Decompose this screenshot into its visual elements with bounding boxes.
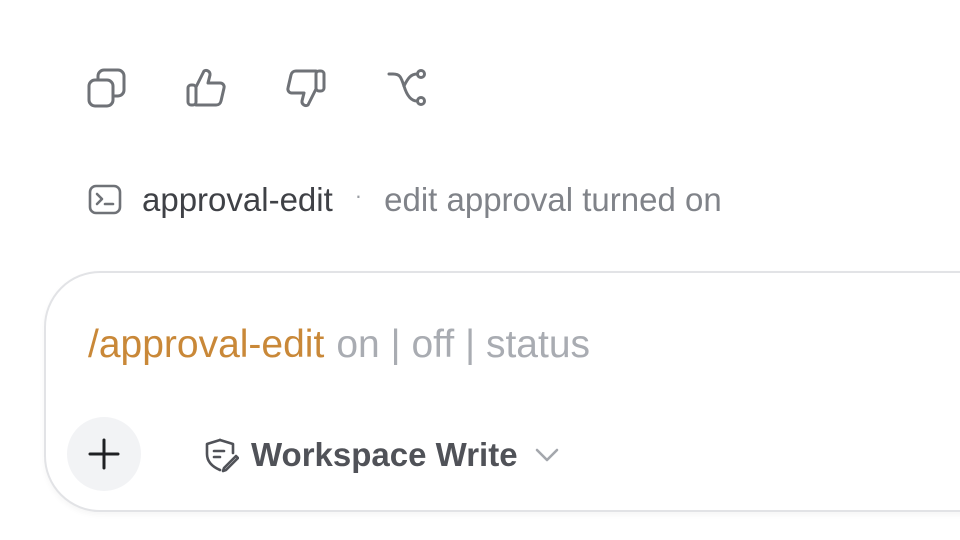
command-description: edit approval turned on — [384, 181, 722, 218]
slash-command: /approval-edit — [88, 323, 325, 366]
message-actions — [82, 64, 482, 112]
copy-button[interactable] — [82, 64, 130, 112]
like-button[interactable] — [182, 64, 230, 112]
command-name: approval-edit — [142, 181, 333, 218]
chevron-down-icon — [534, 447, 560, 463]
permission-mode-select[interactable]: Workspace Write — [203, 431, 560, 479]
thumbs-down-icon — [286, 69, 326, 108]
branch-icon — [387, 69, 426, 106]
command-args-hint: on | off | status — [336, 323, 591, 366]
command-status-line: approval-edit · edit approval turned on — [88, 176, 722, 224]
terminal-icon — [88, 183, 122, 217]
composer-input[interactable]: /approval-edit on | off | status — [88, 317, 590, 373]
separator-dot: · — [354, 183, 363, 208]
dislike-button[interactable] — [282, 64, 330, 112]
chat-page: approval-edit · edit approval turned on … — [0, 0, 960, 540]
add-attachment-button[interactable] — [67, 417, 141, 491]
message-composer: /approval-edit on | off | status Workspa… — [44, 271, 960, 512]
branch-button[interactable] — [382, 64, 430, 112]
copy-icon — [87, 68, 126, 108]
thumbs-up-icon — [186, 68, 226, 107]
shield-edit-icon — [203, 437, 239, 473]
permission-mode-label: Workspace Write — [251, 436, 518, 473]
plus-icon — [88, 438, 120, 470]
